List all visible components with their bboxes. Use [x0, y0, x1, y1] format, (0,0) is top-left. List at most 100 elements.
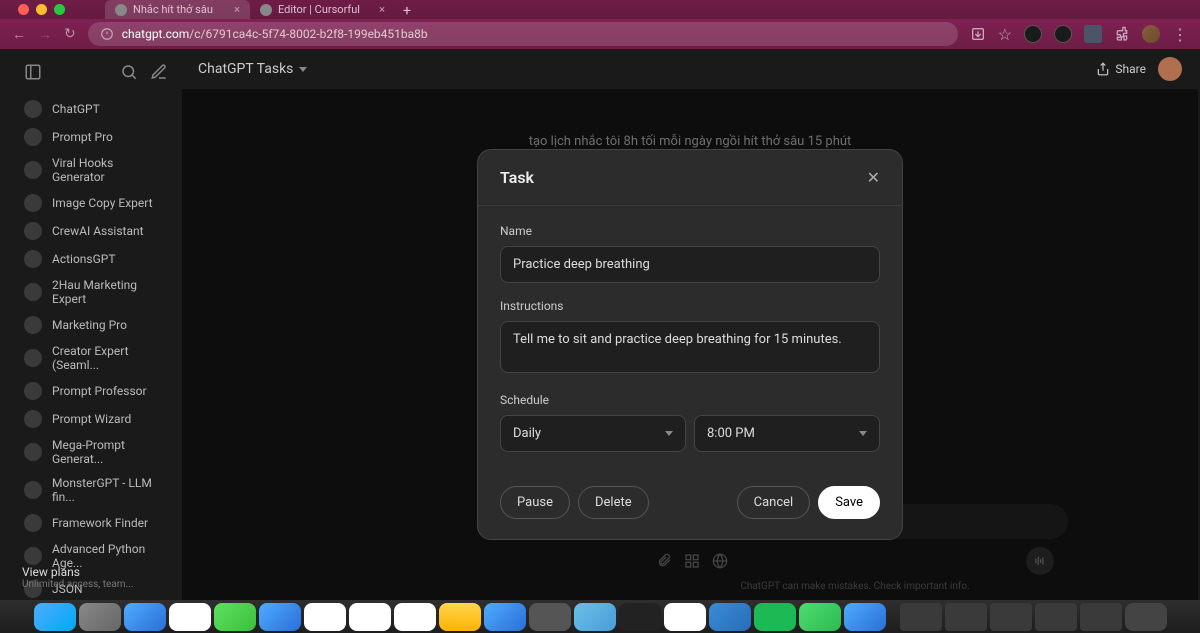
sidebar-item[interactable]: MonsterGPT - LLM fin... — [18, 471, 174, 509]
main-area: ChatGPT Tasks Share tạo lịch nhắc tôi 8h… — [182, 49, 1198, 600]
dock-app-calendar[interactable] — [349, 603, 391, 631]
extension-2-icon[interactable] — [1054, 25, 1072, 43]
dock-app-generic1[interactable] — [799, 603, 841, 631]
sidebar-item[interactable]: Framework Finder — [18, 509, 174, 537]
new-chat-icon[interactable] — [150, 63, 168, 81]
dock-folder-4[interactable] — [1035, 603, 1077, 631]
schedule-label: Schedule — [500, 393, 880, 407]
save-button[interactable]: Save — [818, 486, 880, 519]
modal-body: Name Instructions Schedule Daily 8:00 PM — [478, 206, 902, 470]
dock-app-photos[interactable] — [304, 603, 346, 631]
browser-chrome: Nhắc hít thở sâu × Editor | Cursorful × … — [0, 0, 1200, 49]
sidebar-item[interactable]: 2Hau Marketing Expert — [18, 273, 174, 311]
minimize-window-button[interactable] — [36, 4, 47, 15]
sidebar-item[interactable]: ActionsGPT — [18, 245, 174, 273]
dock-app-mail[interactable] — [259, 603, 301, 631]
sidebar-toggle-icon[interactable] — [24, 63, 42, 81]
forward-button[interactable]: → — [38, 26, 52, 43]
model-name: ChatGPT Tasks — [198, 61, 293, 77]
main-header: ChatGPT Tasks Share — [182, 49, 1198, 89]
share-icon — [1096, 62, 1110, 76]
browser-tab-2[interactable]: Editor | Cursorful × — [250, 0, 395, 19]
name-input[interactable] — [500, 246, 880, 283]
sidebar-item-label: Viral Hooks Generator — [52, 156, 168, 184]
sidebar-footer[interactable]: View plans Unlimited access, team... — [22, 565, 133, 590]
tab-title: Nhắc hít thở sâu — [133, 3, 213, 16]
dock-app-messages[interactable] — [214, 603, 256, 631]
dock-app-vscode[interactable] — [709, 603, 751, 631]
extensions-icon[interactable] — [1114, 26, 1130, 42]
dock-app-folder[interactable] — [574, 603, 616, 631]
instructions-input[interactable] — [500, 321, 880, 373]
model-picker[interactable]: ChatGPT Tasks — [198, 61, 307, 77]
sidebar-item-icon — [24, 481, 42, 499]
sidebar: ChatGPTPrompt Pro Viral Hooks Generator Im… — [10, 49, 182, 600]
dock-app-chrome[interactable] — [169, 603, 211, 631]
modal-close-button[interactable]: ✕ — [867, 168, 880, 187]
chevron-down-icon — [665, 431, 673, 436]
sidebar-item[interactable]: Image Copy Expert — [18, 189, 174, 217]
sidebar-item[interactable]: Viral Hooks Generator — [18, 151, 174, 189]
dock-folder-2[interactable] — [945, 603, 987, 631]
time-select[interactable]: 8:00 PM — [694, 415, 880, 452]
dock-app-generic2[interactable] — [844, 603, 886, 631]
reload-button[interactable]: ↻ — [64, 26, 76, 42]
chevron-down-icon — [859, 431, 867, 436]
new-tab-button[interactable]: + — [395, 3, 419, 19]
pause-button[interactable]: Pause — [500, 486, 570, 519]
maximize-window-button[interactable] — [54, 4, 65, 15]
sidebar-item-label: Mega-Prompt Generat... — [52, 438, 168, 466]
user-avatar[interactable] — [1158, 57, 1182, 81]
dock-app-notes[interactable] — [439, 603, 481, 631]
browser-menu-icon[interactable]: ⋮ — [1172, 25, 1188, 44]
delete-button[interactable]: Delete — [578, 486, 649, 519]
dock-folder-1[interactable] — [900, 603, 942, 631]
sidebar-item-label: 2Hau Marketing Expert — [52, 278, 168, 306]
dock-app-terminal[interactable] — [619, 603, 661, 631]
sidebar-footer-title: View plans — [22, 565, 133, 579]
dock-app-settings[interactable] — [529, 603, 571, 631]
search-icon[interactable] — [120, 63, 138, 81]
sidebar-item[interactable]: Prompt Wizard — [18, 405, 174, 433]
time-value: 8:00 PM — [707, 426, 755, 441]
sidebar-item[interactable]: Prompt Pro — [18, 123, 174, 151]
sidebar-item-icon — [24, 443, 42, 461]
cancel-button[interactable]: Cancel — [737, 486, 811, 519]
schedule-row: Daily 8:00 PM — [500, 415, 880, 452]
dock-trash[interactable] — [1125, 603, 1167, 631]
sidebar-item[interactable]: Creator Expert (Seaml... — [18, 339, 174, 377]
dock-folder-5[interactable] — [1080, 603, 1122, 631]
bookmark-icon[interactable]: ☆ — [998, 25, 1012, 44]
task-modal: Task ✕ Name Instructions Schedule Daily — [477, 149, 903, 540]
dock-app-slack[interactable] — [664, 603, 706, 631]
address-bar[interactable]: chatgpt.com/c/6791ca4c-5f74-8002-b2f8-19… — [88, 22, 958, 46]
chevron-down-icon — [299, 67, 307, 72]
dock-app-safari[interactable] — [124, 603, 166, 631]
sidebar-item[interactable]: CrewAI Assistant — [18, 217, 174, 245]
sidebar-footer-sub: Unlimited access, team... — [22, 579, 133, 590]
dock-folder-3[interactable] — [990, 603, 1032, 631]
back-button[interactable]: ← — [12, 26, 26, 43]
install-app-icon[interactable] — [970, 26, 986, 42]
dock-app-appstore[interactable] — [484, 603, 526, 631]
dock-app-launchpad[interactable] — [79, 603, 121, 631]
modal-overlay[interactable]: Task ✕ Name Instructions Schedule Daily — [182, 89, 1198, 600]
frequency-select[interactable]: Daily — [500, 415, 686, 452]
sidebar-item[interactable]: Mega-Prompt Generat... — [18, 433, 174, 471]
profile-avatar-icon[interactable] — [1142, 25, 1160, 43]
dock-app-finder[interactable] — [34, 603, 76, 631]
sidebar-top-row — [18, 57, 174, 87]
close-window-button[interactable] — [18, 4, 29, 15]
tab-title: Editor | Cursorful — [278, 3, 360, 16]
extension-3-icon[interactable] — [1084, 25, 1102, 43]
dock-app-spotify[interactable] — [754, 603, 796, 631]
browser-tab-1[interactable]: Nhắc hít thở sâu × — [105, 0, 250, 19]
extension-1-icon[interactable] — [1024, 25, 1042, 43]
sidebar-item[interactable]: ChatGPT — [18, 95, 174, 123]
sidebar-item[interactable]: Prompt Professor — [18, 377, 174, 405]
share-button[interactable]: Share — [1096, 62, 1146, 76]
sidebar-item[interactable]: Marketing Pro — [18, 311, 174, 339]
dock-app-reminders[interactable] — [394, 603, 436, 631]
tab-close-icon[interactable]: × — [379, 3, 385, 16]
tab-close-icon[interactable]: × — [234, 3, 240, 16]
